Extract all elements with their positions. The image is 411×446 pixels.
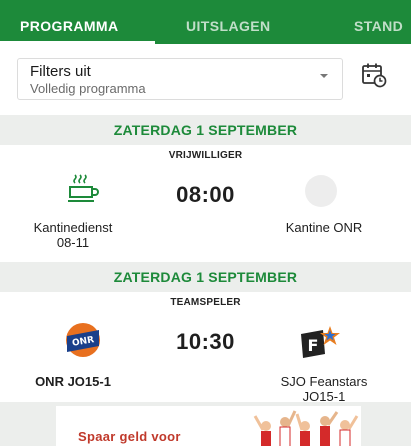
date-header: ZATERDAG 1 SEPTEMBER xyxy=(0,262,411,292)
match-time: 10:30 xyxy=(176,329,235,354)
match-card[interactable]: TEAMSPELER ONR 10:30 F ONR JO15-1 SJO Fe… xyxy=(0,292,411,404)
away-team-name: SJO Feanstars JO15-1 xyxy=(280,374,368,404)
tab-stand[interactable]: STAND xyxy=(354,0,403,44)
match-role: TEAMSPELER xyxy=(170,297,241,308)
filter-dropdown[interactable]: Filters uit Volledig programma xyxy=(17,58,343,100)
date-header: ZATERDAG 1 SEPTEMBER xyxy=(0,115,411,145)
filter-bar: Filters uit Volledig programma xyxy=(0,44,411,112)
tab-uitslagen[interactable]: UITSLAGEN xyxy=(186,0,271,44)
tab-bar: PROGRAMMA UITSLAGEN STAND xyxy=(0,0,411,44)
ad-text: Spaar geld voor xyxy=(78,429,181,444)
filter-subtitle: Volledig programma xyxy=(30,81,146,96)
empty-team-logo xyxy=(305,175,337,207)
ad-content[interactable]: Spaar geld voor xyxy=(56,406,361,446)
ad-banner[interactable]: Spaar geld voor xyxy=(0,402,411,446)
ad-crowd-image xyxy=(253,410,359,446)
home-team-name: ONR JO15-1 xyxy=(35,374,111,389)
home-team-name: Kantinedienst 08-11 xyxy=(33,220,113,250)
away-team-name: Kantine ONR xyxy=(285,220,363,235)
feanstars-club-logo-icon: F xyxy=(301,326,340,358)
filter-title: Filters uit xyxy=(30,63,91,80)
match-role: VRIJWILLIGER xyxy=(168,150,243,161)
chevron-down-icon xyxy=(320,74,328,78)
feanstars-logo-text: F xyxy=(308,336,319,355)
tab-programma[interactable]: PROGRAMMA xyxy=(20,0,118,44)
match-card[interactable]: VRIJWILLIGER 08:00 Kantinedienst 08-11 K… xyxy=(0,145,411,262)
calendar-refresh-icon[interactable] xyxy=(360,62,388,88)
match-time: 08:00 xyxy=(176,182,235,207)
